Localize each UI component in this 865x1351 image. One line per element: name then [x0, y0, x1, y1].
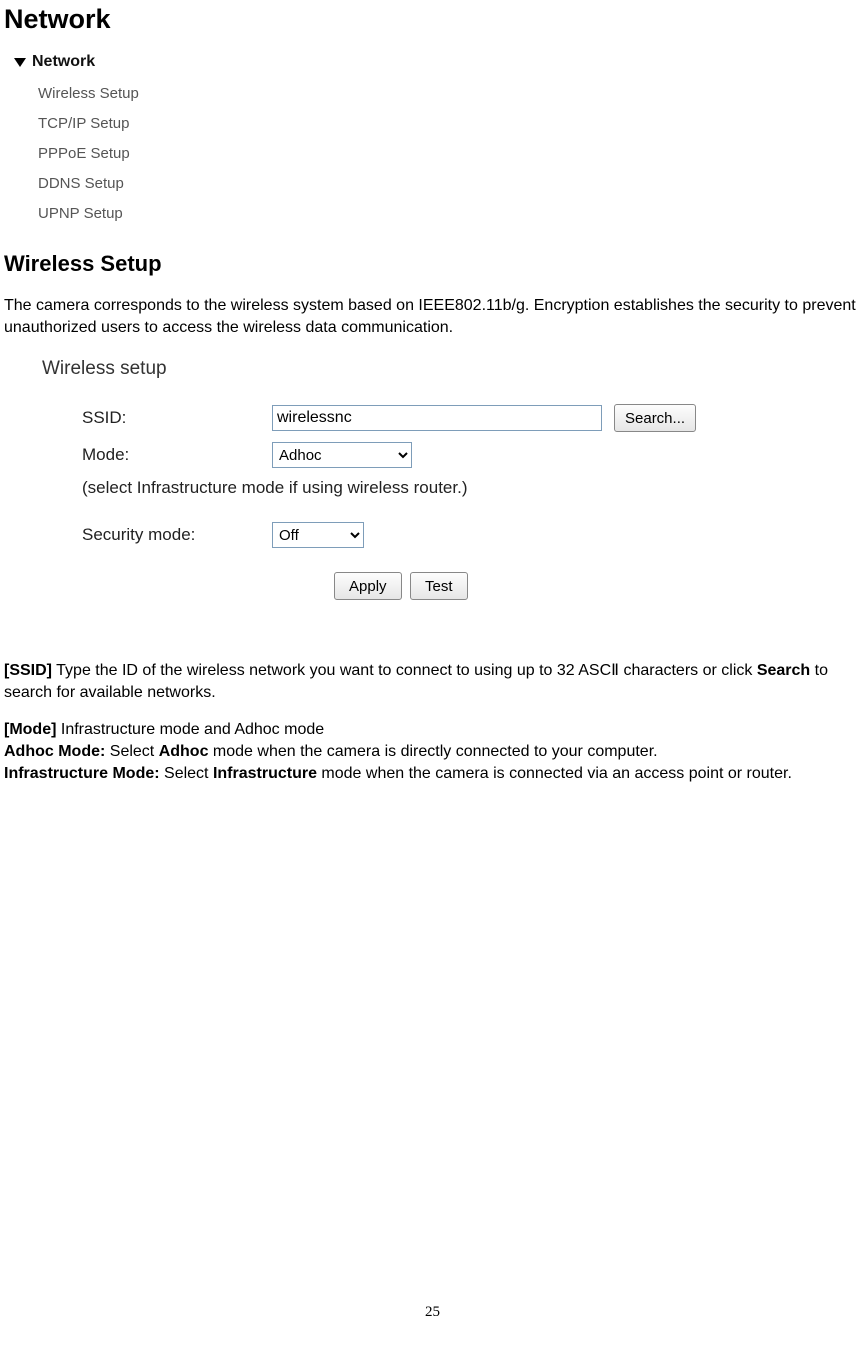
nav-items: Wireless Setup TCP/IP Setup PPPoE Setup … — [38, 79, 861, 229]
adhoc-text-a: Select — [105, 743, 158, 760]
test-button[interactable]: Test — [410, 572, 468, 600]
mode-description: [Mode] Infrastructure mode and Adhoc mod… — [4, 719, 861, 741]
triangle-down-icon — [14, 58, 26, 67]
security-label: Security mode: — [82, 525, 272, 545]
nav-header-label: Network — [32, 53, 95, 71]
nav-header[interactable]: Network — [14, 53, 861, 71]
panel-buttons: Apply Test — [334, 572, 754, 600]
mode-label: Mode: — [82, 445, 272, 465]
intro-text: The camera corresponds to the wireless s… — [4, 295, 861, 338]
ssid-input[interactable] — [272, 405, 602, 431]
ssid-text-a: Type the ID of the wireless network you … — [52, 662, 757, 679]
mode-note: (select Infrastructure mode if using wir… — [82, 478, 754, 498]
infra-text-b: mode when the camera is connected via an… — [317, 765, 792, 782]
security-row: Security mode: Off — [82, 522, 754, 548]
ssid-label-bold: [SSID] — [4, 662, 52, 679]
network-nav-block: Network Wireless Setup TCP/IP Setup PPPo… — [14, 53, 861, 229]
nav-item-ddns-setup[interactable]: DDNS Setup — [38, 169, 861, 199]
adhoc-text-b: mode when the camera is directly connect… — [208, 743, 657, 760]
wireless-setup-panel: Wireless setup SSID: Search... Mode: Adh… — [34, 350, 754, 600]
panel-title: Wireless setup — [42, 358, 754, 380]
security-select[interactable]: Off — [272, 522, 364, 548]
infra-text-a: Select — [160, 765, 213, 782]
mode-label-bold: [Mode] — [4, 721, 56, 738]
page-title: Network — [4, 4, 861, 35]
description-block: [SSID] Type the ID of the wireless netwo… — [4, 660, 861, 784]
nav-item-pppoe-setup[interactable]: PPPoE Setup — [38, 139, 861, 169]
ssid-row: SSID: Search... — [82, 404, 754, 432]
mode-row: Mode: Adhoc — [82, 442, 754, 468]
section-title: Wireless Setup — [4, 251, 861, 277]
infra-label-bold: Infrastructure Mode: — [4, 765, 160, 782]
ssid-label: SSID: — [82, 408, 272, 428]
adhoc-label-bold: Adhoc Mode: — [4, 743, 105, 760]
nav-item-tcpip-setup[interactable]: TCP/IP Setup — [38, 109, 861, 139]
adhoc-bold: Adhoc — [159, 743, 209, 760]
mode-text: Infrastructure mode and Adhoc mode — [56, 721, 324, 738]
page-number: 25 — [0, 1304, 865, 1321]
nav-item-wireless-setup[interactable]: Wireless Setup — [38, 79, 861, 109]
adhoc-description: Adhoc Mode: Select Adhoc mode when the c… — [4, 741, 861, 763]
search-button[interactable]: Search... — [614, 404, 696, 432]
mode-select[interactable]: Adhoc — [272, 442, 412, 468]
search-bold: Search — [757, 662, 810, 679]
infra-bold: Infrastructure — [213, 765, 317, 782]
apply-button[interactable]: Apply — [334, 572, 402, 600]
nav-item-upnp-setup[interactable]: UPNP Setup — [38, 199, 861, 229]
ssid-description: [SSID] Type the ID of the wireless netwo… — [4, 660, 861, 703]
infrastructure-description: Infrastructure Mode: Select Infrastructu… — [4, 763, 861, 785]
